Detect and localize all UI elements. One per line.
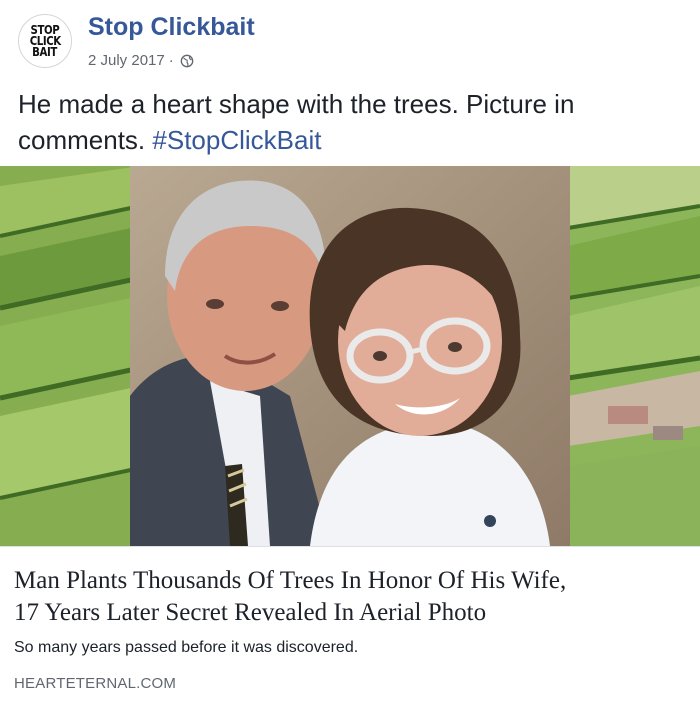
post-image[interactable] — [0, 166, 700, 546]
link-preview-description: So many years passed before it was disco… — [14, 639, 359, 656]
link-preview-domain: HEARTETERNAL.COM — [14, 675, 177, 692]
link-preview-title: Man Plants Thousands Of Trees In Honor O… — [14, 565, 694, 629]
post-date[interactable]: 2 July 2017 — [88, 52, 165, 69]
post-meta: 2 July 2017 · — [88, 52, 194, 69]
hashtag-link[interactable]: #StopClickBait — [152, 125, 321, 155]
aerial-field-image-left — [0, 166, 140, 546]
link-title-line-2: 17 Years Later Secret Revealed In Aerial… — [14, 599, 487, 626]
page-name-link[interactable]: Stop Clickbait — [88, 13, 255, 42]
avatar-line-3: BAIT — [32, 44, 58, 59]
facebook-post: STOP CLICK BAIT Stop Clickbait 2 July 20… — [0, 0, 700, 702]
globe-icon[interactable] — [180, 54, 194, 68]
link-title-line-1: Man Plants Thousands Of Trees In Honor O… — [14, 567, 567, 594]
link-preview-card[interactable]: Man Plants Thousands Of Trees In Honor O… — [0, 546, 700, 702]
page-avatar[interactable]: STOP CLICK BAIT — [18, 14, 72, 68]
couple-portrait-image — [130, 166, 570, 546]
aerial-field-image-right — [568, 166, 700, 546]
meta-separator: · — [168, 52, 174, 69]
post-message: He made a heart shape with the trees. Pi… — [18, 86, 678, 158]
